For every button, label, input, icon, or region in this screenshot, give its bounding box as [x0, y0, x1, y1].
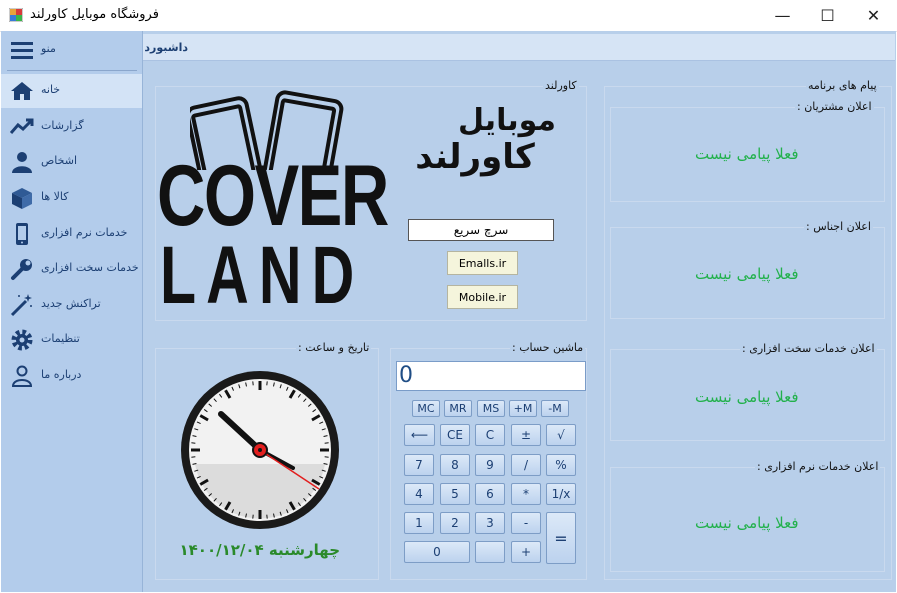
percent-button[interactable]: %	[546, 454, 576, 476]
sidebar-item-reports[interactable]: گزارشات	[1, 110, 142, 144]
hardware-alert-label: اعلان خدمات سخت افزاری :	[740, 342, 877, 355]
calculator-display: 0	[396, 361, 586, 391]
mobile-phone-icon	[16, 223, 28, 245]
digit-4-button[interactable]: 4	[404, 483, 434, 505]
memory-subtract-button[interactable]: -M	[541, 400, 569, 417]
add-button[interactable]: +	[511, 541, 541, 563]
negate-button[interactable]: ±	[511, 424, 541, 446]
digit-8-button[interactable]: 8	[440, 454, 470, 476]
brand-fa-line1: موبایل	[458, 103, 556, 138]
memory-clear-button[interactable]: MC	[412, 400, 440, 417]
sidebar-item-label: خدمات نرم افزاری	[41, 226, 128, 239]
page-header: داشبورد	[143, 34, 895, 61]
messages-panel-label: پیام های برنامه	[806, 79, 879, 92]
sidebar-item-label: اشخاص	[41, 154, 78, 167]
calculator-panel-label: ماشین حساب :	[510, 341, 586, 354]
digit-1-button[interactable]: 1	[404, 512, 434, 534]
clear-button[interactable]: C	[475, 424, 505, 446]
minimize-button[interactable]: —	[760, 0, 805, 30]
divide-button[interactable]: /	[511, 454, 541, 476]
sidebar-item-hardware-services[interactable]: خدمات سخت افزاری	[1, 252, 142, 286]
memory-store-button[interactable]: MS	[477, 400, 505, 417]
subtract-button[interactable]: -	[511, 512, 541, 534]
products-alert-label: اعلان اجناس :	[804, 220, 873, 233]
window-title: فروشگاه موبایل کاورلند	[30, 7, 159, 22]
sidebar-item-label: تراکنش جدید	[41, 297, 101, 310]
emalls-link-button[interactable]: Emalls.ir	[447, 251, 518, 275]
reciprocal-button[interactable]: 1/x	[546, 483, 576, 505]
digit-5-button[interactable]: 5	[440, 483, 470, 505]
home-icon	[11, 82, 33, 100]
digit-3-button[interactable]: 3	[475, 512, 505, 534]
sidebar-item-label: کالا ها	[41, 190, 69, 203]
sidebar-item-products[interactable]: کالا ها	[1, 181, 142, 215]
menu-toggle[interactable]: منو	[1, 33, 142, 67]
magic-wand-icon	[10, 294, 32, 317]
digit-0-button[interactable]: 0	[404, 541, 470, 563]
sidebar-item-software-services[interactable]: خدمات نرم افزاری	[1, 217, 142, 251]
customers-alert-message: فعلا پیامی نیست	[695, 145, 799, 163]
memory-add-button[interactable]: +M	[509, 400, 537, 417]
sidebar-item-settings[interactable]: تنظیمات	[1, 323, 142, 357]
menu-label: منو	[41, 42, 56, 55]
sidebar-item-label: گزارشات	[41, 119, 84, 132]
sidebar-item-label: تنظیمات	[41, 332, 80, 345]
trend-chart-icon	[10, 118, 34, 134]
clear-entry-button[interactable]: CE	[440, 424, 470, 446]
sqrt-button[interactable]: √	[546, 424, 576, 446]
logo-land: LAND	[160, 230, 365, 321]
analog-clock	[181, 371, 339, 529]
hamburger-icon	[11, 42, 33, 59]
sidebar-item-people[interactable]: اشخاص	[1, 145, 142, 179]
sidebar: منو خانه گزارشات اشخاص کالا ها خدمات نرم…	[1, 31, 143, 592]
decimal-button[interactable]	[475, 541, 505, 563]
title-bar: فروشگاه موبایل کاورلند — ☐ ✕	[0, 0, 897, 32]
maximize-icon: ☐	[820, 5, 835, 25]
divider	[7, 70, 137, 71]
wrench-icon	[11, 259, 32, 280]
close-icon: ✕	[866, 5, 881, 25]
digit-9-button[interactable]: 9	[475, 454, 505, 476]
sidebar-item-label: درباره ما	[41, 368, 82, 381]
clock-panel-label: تاریخ و ساعت :	[296, 341, 372, 354]
app-icon	[9, 8, 23, 22]
logo-cover: COVER	[157, 148, 389, 244]
memory-recall-button[interactable]: MR	[444, 400, 472, 417]
digit-6-button[interactable]: 6	[475, 483, 505, 505]
sidebar-item-home[interactable]: خانه	[1, 74, 142, 108]
person-icon	[12, 152, 32, 173]
sidebar-item-label: خدمات سخت افزاری	[41, 261, 139, 274]
sidebar-item-new-transaction[interactable]: تراکنش جدید	[1, 288, 142, 322]
customers-alert-label: اعلان مشتریان :	[795, 100, 874, 113]
mobile-link-button[interactable]: Mobile.ir	[447, 285, 518, 309]
digit-2-button[interactable]: 2	[440, 512, 470, 534]
minimize-icon: —	[774, 5, 791, 25]
page-title: داشبورد	[144, 41, 188, 54]
hardware-alert-message: فعلا پیامی نیست	[695, 388, 799, 406]
software-alert-label: اعلان خدمات نرم افزاری :	[755, 460, 881, 473]
products-alert-message: فعلا پیامی نیست	[695, 265, 799, 283]
equals-button[interactable]: =	[546, 512, 576, 564]
gear-icon	[11, 329, 33, 351]
close-button[interactable]: ✕	[851, 0, 896, 30]
user-outline-icon	[11, 365, 33, 387]
quick-search-button[interactable]: سرچ سریع	[408, 219, 554, 241]
maximize-button[interactable]: ☐	[805, 0, 850, 30]
persian-date: چهارشنبه ۱۴۰۰/۱۲/۰۴	[179, 541, 341, 559]
calculator-display-value: 0	[399, 363, 413, 388]
digit-7-button[interactable]: 7	[404, 454, 434, 476]
sidebar-item-about[interactable]: درباره ما	[1, 359, 142, 393]
brand-fa-line2: کاورلند	[415, 137, 535, 177]
coverland-panel-label: کاورلند	[543, 79, 579, 92]
software-alert-message: فعلا پیامی نیست	[695, 514, 799, 532]
multiply-button[interactable]: *	[511, 483, 541, 505]
box-icon	[12, 188, 32, 209]
sidebar-item-label: خانه	[41, 83, 61, 96]
backspace-button[interactable]: ⟵	[404, 424, 435, 446]
